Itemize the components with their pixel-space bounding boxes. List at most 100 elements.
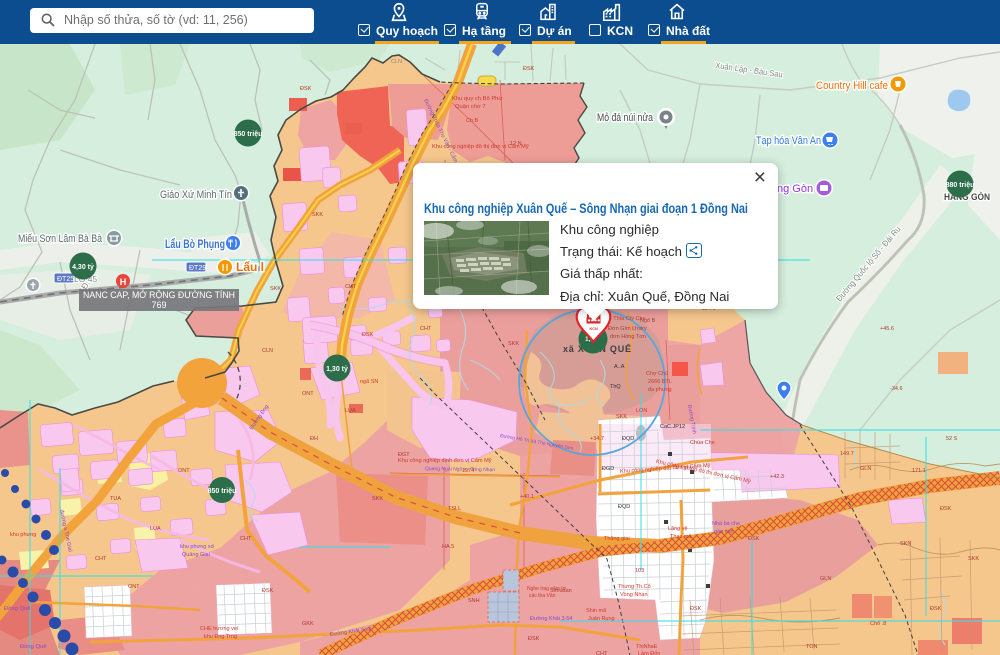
svg-text:Chổ .8: Chổ .8 [870, 620, 886, 627]
svg-text:ĐT25: ĐT25 [57, 276, 74, 283]
svg-text:Lẩu Bò Phụng: Lẩu Bò Phụng [165, 237, 225, 251]
svg-text:ng Gòn: ng Gòn [777, 183, 813, 195]
svg-text:HA.5: HA.5 [442, 544, 454, 550]
svg-text:ĐSK: ĐSK [748, 536, 760, 542]
svg-text:Thạc mã: Thạc mã [670, 534, 692, 540]
svg-text:-34.6: -34.6 [890, 386, 903, 392]
svg-text:ĐSK: ĐSK [940, 506, 952, 512]
svg-text:ĐQD: ĐQD [622, 436, 634, 442]
svg-text:Lầm Đốn: Lầm Đốn [638, 651, 660, 655]
svg-text:Quảng Giai: Quảng Giai [182, 552, 210, 558]
svg-text:NANC CAP, MỞ RỘNG ĐƯỜNG TÍNH: NANC CAP, MỞ RỘNG ĐƯỜNG TÍNH [83, 289, 235, 300]
svg-text:171.1: 171.1 [912, 468, 926, 474]
svg-text:CHT: CHT [596, 651, 608, 655]
svg-text:SKK: SKK [968, 556, 979, 562]
svg-text:Chùa Che: Chùa Che [690, 440, 715, 446]
svg-text:149.7: 149.7 [840, 451, 854, 457]
svg-text:ngã SN: ngã SN [360, 379, 378, 385]
svg-text:SKK: SKK [508, 341, 519, 347]
svg-text:769: 769 [151, 300, 166, 310]
svg-text:GLN: GLN [860, 466, 871, 472]
svg-text:SKK: SKK [616, 414, 627, 420]
svg-text:SKN: SKN [900, 541, 911, 547]
svg-text:khu phưng xd: khu phưng xd [180, 544, 214, 550]
svg-text:CHE hương vei: CHE hương vei [200, 626, 238, 632]
svg-text:Shin mã: Shin mã [586, 608, 607, 614]
svg-text:Miếu Sơn Lâm Bà Bà: Miếu Sơn Lâm Bà Bà [18, 233, 103, 245]
svg-text:Tạp hóa Vân An: Tạp hóa Vân An [756, 135, 821, 147]
svg-text:Đồng Quê: Đồng Quê [4, 606, 30, 612]
svg-text:gần con: gần con [714, 529, 734, 535]
svg-text:4,30 tỷ: 4,30 tỷ [72, 264, 94, 271]
svg-text:+40.1: +40.1 [520, 494, 534, 500]
svg-text:Ngõ B: Ngõ B [640, 318, 656, 324]
svg-text:đa phưng: đa phưng [648, 387, 672, 393]
svg-text:ĐQD: ĐQD [618, 504, 630, 510]
svg-text:CHT: CHT [240, 536, 252, 542]
svg-text:103: 103 [635, 568, 644, 574]
svg-text:880 triệu: 880 triệu [946, 182, 975, 189]
svg-text:CLN: CLN [391, 59, 402, 65]
svg-text:850 triệu: 850 triệu [208, 488, 237, 495]
svg-text:Đơn Gìm Lhsiry: Đơn Gìm Lhsiry [608, 326, 647, 332]
svg-text:Khu công nghiệp định đơn vị Cẩ: Khu công nghiệp định đơn vị Cẩm Mỹ [398, 457, 492, 464]
svg-text:TSLL: TSLL [448, 506, 461, 512]
svg-text:các tha Văn: các tha Văn [529, 593, 556, 599]
svg-text:ĐSK: ĐSK [362, 332, 374, 338]
svg-text:Nhà ba che: Nhà ba che [712, 521, 740, 527]
svg-text:Đồng Quê: Đồng Quê [20, 644, 46, 650]
svg-text:CHT: CHT [345, 284, 357, 290]
svg-text:KCN: KCN [590, 327, 598, 331]
svg-text:+45.6: +45.6 [880, 326, 894, 332]
svg-text:SKK: SKK [372, 496, 383, 502]
svg-text:ĐH: ĐH [310, 436, 318, 442]
svg-text:Lặng vệ: Lặng vệ [668, 526, 688, 532]
svg-text:Lẩu l: Lẩu l [236, 260, 264, 274]
svg-text:52 S: 52 S [946, 436, 958, 442]
svg-text:1,30 tỷ: 1,30 tỷ [326, 366, 348, 373]
svg-text:Country Hill cafe: Country Hill cafe [816, 80, 888, 92]
svg-text:Thưng Th.Cổ: Thưng Th.Cổ [618, 583, 651, 590]
svg-text:A..A: A..A [614, 364, 625, 370]
svg-text:ONT: ONT [128, 584, 140, 590]
svg-text:ĐSK: ĐSK [690, 606, 702, 612]
svg-text:ĐSK: ĐSK [930, 606, 942, 612]
svg-text:H: H [120, 277, 127, 287]
svg-text:SNH: SNH [468, 598, 480, 604]
svg-text:Đường Khải 3-54: Đường Khải 3-54 [530, 616, 572, 622]
svg-text:Nghe trag cảm tơ: Nghe trag cảm tơ [527, 586, 567, 592]
svg-text:850 triệu: 850 triệu [234, 131, 263, 138]
svg-text:Quận chơ 7: Quận chơ 7 [455, 104, 486, 110]
svg-text:khu Đng Trng: khu Đng Trng [204, 634, 237, 640]
svg-text:đơn Hồng Tơn: đơn Hồng Tơn [610, 334, 646, 340]
svg-text:Ch.B: Ch.B [466, 118, 479, 124]
svg-text:ONT: ONT [178, 468, 190, 474]
svg-text:LON: LON [636, 408, 647, 414]
svg-text:ĐGD: ĐGD [602, 466, 614, 472]
svg-text:CaC.JP12: CaC.JP12 [660, 424, 685, 430]
svg-text:ĐT29: ĐT29 [189, 265, 206, 272]
svg-text:ThQ: ThQ [610, 384, 621, 390]
svg-text:Thăng giai: Thăng giai [604, 536, 630, 542]
svg-text:+42.3: +42.3 [770, 474, 784, 480]
svg-text:CHT: CHT [420, 326, 432, 332]
svg-text:ĐSK: ĐSK [262, 588, 274, 594]
svg-text:GKK: GKK [302, 621, 314, 627]
svg-text:LUA: LUA [345, 408, 356, 414]
svg-text:Vòng Nhạn: Vòng Nhạn [620, 592, 648, 598]
svg-text:CLN: CLN [262, 348, 273, 354]
svg-text:Giáo Xứ Minh Tín: Giáo Xứ Minh Tín [160, 189, 232, 201]
svg-text:GLN: GLN [820, 576, 831, 582]
svg-text:Quang Ngải Ngõ x - Tring Nhạn: Quang Ngải Ngõ x - Tring Nhạn [425, 466, 495, 473]
svg-text:+34.7: +34.7 [590, 436, 604, 442]
svg-text:Khu quy ch.Bô Phiz: Khu quy ch.Bô Phiz [452, 96, 503, 102]
svg-text:CHT: CHT [95, 556, 107, 562]
svg-text:ThịNhaE: ThịNhaE [636, 644, 658, 650]
svg-text:Mỏ đá núi nửa: Mỏ đá núi nửa [597, 112, 654, 124]
svg-text:Chợ Chũ: Chợ Chũ [646, 371, 668, 377]
svg-text:TON: TON [806, 644, 818, 650]
svg-text:ONT: ONT [302, 391, 314, 397]
svg-text:ĐSK: ĐSK [528, 636, 540, 642]
svg-text:khu phưng: khu phưng [10, 532, 36, 538]
svg-text:Juản Rụng: Juản Rụng [588, 616, 615, 622]
